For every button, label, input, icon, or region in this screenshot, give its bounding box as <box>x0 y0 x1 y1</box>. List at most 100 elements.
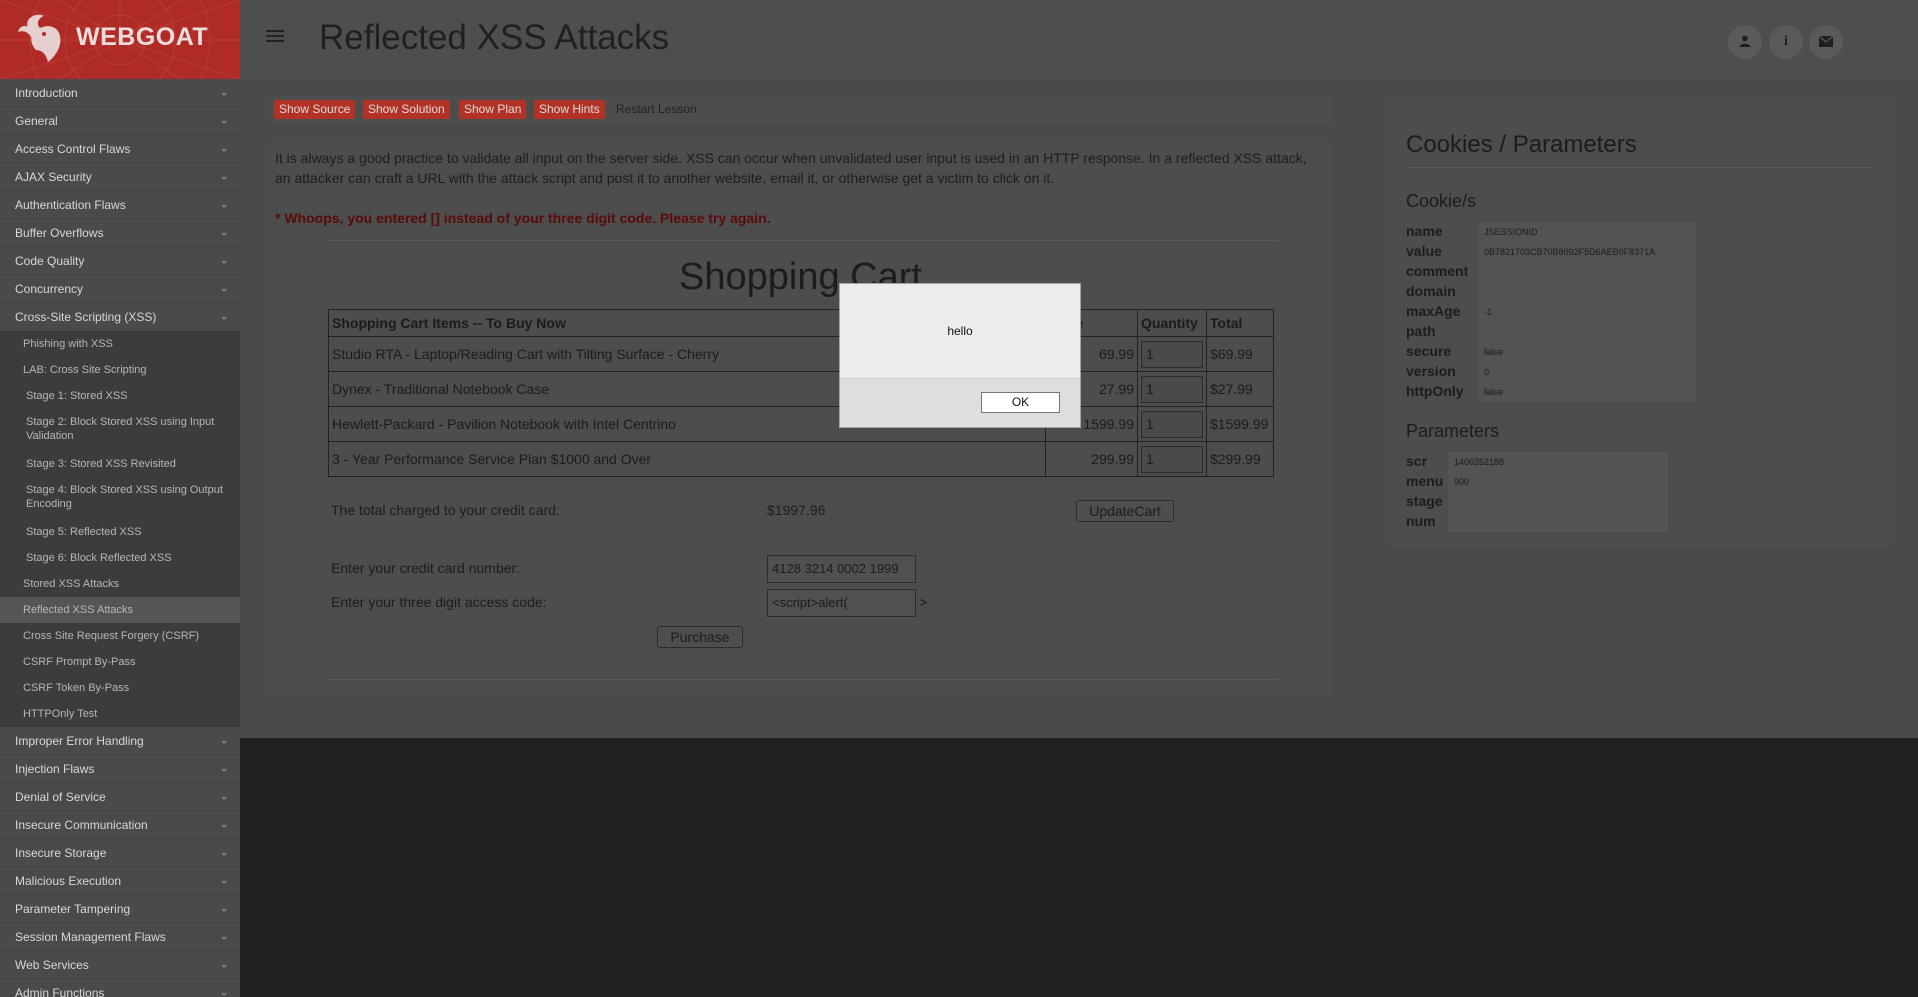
param-key: menu <box>1406 473 1444 489</box>
purchase-button[interactable]: Purchase <box>657 626 743 648</box>
top-header: Reflected XSS Attacks i <box>240 0 1918 79</box>
lesson-csrf[interactable]: Cross Site Request Forgery (CSRF) <box>0 623 240 649</box>
sidebar-item-insecure-storage[interactable]: Insecure Storage › <box>0 839 240 867</box>
sidebar-item-label: Code Quality <box>15 254 85 268</box>
lesson-stage-2[interactable]: Stage 2: Block Stored XSS using Input Va… <box>0 409 240 451</box>
sidebar-item-injection[interactable]: Injection Flaws › <box>0 755 240 783</box>
sidebar-item-general[interactable]: General › <box>0 107 240 135</box>
lesson-csrf-prompt[interactable]: CSRF Prompt By-Pass <box>0 649 240 675</box>
restart-lesson-button[interactable]: Restart Lesson <box>611 100 702 119</box>
item-price: 299.99 <box>1045 441 1138 477</box>
alert-footer: OK <box>840 378 1080 427</box>
lesson-csrf-token[interactable]: CSRF Token By-Pass <box>0 675 240 701</box>
table-row: Studio RTA - Laptop/Reading Cart with Ti… <box>328 336 1274 372</box>
param-key: stage <box>1406 493 1443 509</box>
sidebar-item-insecure-comm[interactable]: Insecure Communication › <box>0 811 240 839</box>
lesson-stored-xss[interactable]: Stored XSS Attacks <box>0 571 240 597</box>
sidebar-item-concurrency[interactable]: Concurrency › <box>0 275 240 303</box>
item-total: $69.99 <box>1206 336 1274 372</box>
credit-card-label: Enter your credit card number: <box>331 560 521 576</box>
chevron-icon: › <box>218 964 231 968</box>
quantity-input[interactable]: 1 <box>1141 375 1203 403</box>
credit-card-input[interactable]: 4128 3214 0002 1999 <box>767 555 916 583</box>
sidebar-item-admin-functions[interactable]: Admin Functions › <box>0 979 240 997</box>
chevron-icon: › <box>218 992 231 996</box>
quantity-input[interactable]: 1 <box>1141 445 1203 473</box>
item-total: $299.99 <box>1206 441 1274 477</box>
quantity-input[interactable]: 1 <box>1141 340 1203 368</box>
cookie-key: value <box>1406 243 1442 259</box>
sidebar-item-introduction[interactable]: Introduction › <box>0 79 240 107</box>
divider <box>328 240 1278 241</box>
param-key: num <box>1406 513 1436 529</box>
param-value <box>1448 492 1668 512</box>
param-row: scr 1406352188 <box>1406 452 1696 472</box>
cookie-value <box>1478 282 1696 302</box>
sidebar-item-malicious-exec[interactable]: Malicious Execution › <box>0 867 240 895</box>
lesson-stage-4[interactable]: Stage 4: Block Stored XSS using Output E… <box>0 477 240 519</box>
hamburger-menu-icon[interactable] <box>266 30 284 46</box>
chevron-icon: › <box>218 796 231 800</box>
sidebar-item-label: Access Control Flaws <box>15 142 131 156</box>
lesson-httponly[interactable]: HTTPOnly Test <box>0 701 240 727</box>
update-cart-button[interactable]: UpdateCart <box>1076 500 1174 522</box>
show-solution-button[interactable]: Show Solution <box>363 100 450 119</box>
chevron-icon: › <box>218 824 231 828</box>
sidebar-item-label: Insecure Communication <box>15 818 148 832</box>
chevron-down-icon: › <box>218 316 231 320</box>
sidebar-item-xss[interactable]: Cross-Site Scripting (XSS) › <box>0 303 240 331</box>
brand-header[interactable]: WEBGOAT <box>0 0 240 79</box>
user-icon[interactable] <box>1728 25 1762 59</box>
sidebar-item-error-handling[interactable]: Improper Error Handling › <box>0 727 240 755</box>
lesson-stage-1[interactable]: Stage 1: Stored XSS <box>0 383 240 409</box>
cookie-row: domain <box>1406 282 1696 302</box>
param-value <box>1448 512 1668 532</box>
sidebar-item-label: Parameter Tampering <box>15 902 131 916</box>
show-plan-button[interactable]: Show Plan <box>459 100 527 119</box>
param-row: menu 900 <box>1406 472 1696 492</box>
sidebar-item-authentication[interactable]: Authentication Flaws › <box>0 191 240 219</box>
lesson-phishing-xss[interactable]: Phishing with XSS <box>0 331 240 357</box>
lesson-reflected-xss[interactable]: Reflected XSS Attacks <box>0 597 240 623</box>
cookie-row: secure false <box>1406 342 1696 362</box>
show-source-button[interactable]: Show Source <box>274 100 356 119</box>
show-hints-button[interactable]: Show Hints <box>534 100 605 119</box>
ok-button[interactable]: OK <box>981 392 1060 413</box>
lesson-intro: It is always a good practice to validate… <box>275 150 1307 186</box>
column-header-total: Total <box>1206 309 1274 337</box>
error-message: * Whoops, you entered [] instead of your… <box>275 210 771 226</box>
sidebar-item-session-mgmt[interactable]: Session Management Flaws › <box>0 923 240 951</box>
access-code-trailing: > <box>919 594 928 610</box>
sidebar: WEBGOAT Introduction › General › Access Co… <box>0 0 240 997</box>
cookie-key: name <box>1406 223 1443 239</box>
alert-dialog: hello OK <box>839 283 1081 428</box>
item-total: $1599.99 <box>1206 406 1274 442</box>
sidebar-item-dos[interactable]: Denial of Service › <box>0 783 240 811</box>
shopping-cart-table: Shopping Cart Items -- To Buy Now Price … <box>328 309 1274 477</box>
envelope-icon[interactable] <box>1809 25 1843 59</box>
param-row: stage <box>1406 492 1696 512</box>
param-key: scr <box>1406 453 1428 469</box>
sidebar-item-code-quality[interactable]: Code Quality › <box>0 247 240 275</box>
sidebar-item-label: Authentication Flaws <box>15 198 126 212</box>
access-code-input[interactable]: <script>alert( <box>767 589 916 617</box>
sidebar-item-ajax-security[interactable]: AJAX Security › <box>0 163 240 191</box>
lesson-stage-3[interactable]: Stage 3: Stored XSS Revisited <box>0 451 240 477</box>
cookie-row: value 0B7821703CB70B8092F5D6AEB0F8371A <box>1406 242 1696 262</box>
cookie-value: false <box>1478 382 1696 402</box>
lesson-stage-6[interactable]: Stage 6: Block Reflected XSS <box>0 545 240 571</box>
sidebar-item-access-control[interactable]: Access Control Flaws › <box>0 135 240 163</box>
chevron-icon: › <box>218 232 231 236</box>
sidebar-item-buffer-overflows[interactable]: Buffer Overflows › <box>0 219 240 247</box>
lesson-stage-5[interactable]: Stage 5: Reflected XSS <box>0 519 240 545</box>
quantity-input[interactable]: 1 <box>1141 410 1203 438</box>
lesson-toolbar: Show Source Show Solution Show Plan Show… <box>270 95 1331 125</box>
sidebar-item-web-services[interactable]: Web Services › <box>0 951 240 979</box>
chevron-icon: › <box>218 768 231 772</box>
info-icon[interactable]: i <box>1769 25 1803 59</box>
cookie-row: comment <box>1406 262 1696 282</box>
chevron-icon: › <box>218 92 231 96</box>
sidebar-item-param-tampering[interactable]: Parameter Tampering › <box>0 895 240 923</box>
panel-title: Cookies / Parameters <box>1406 131 1637 158</box>
lesson-lab-xss[interactable]: LAB: Cross Site Scripting <box>0 357 240 383</box>
